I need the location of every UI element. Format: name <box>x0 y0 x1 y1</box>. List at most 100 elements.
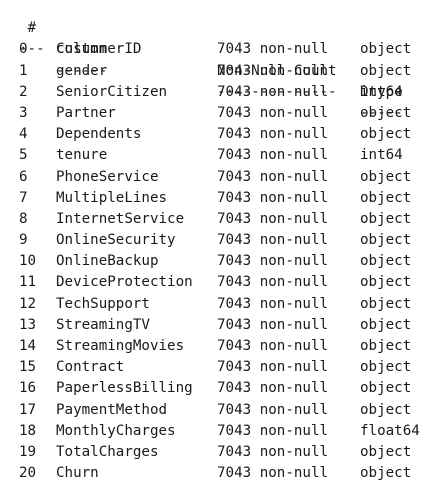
row-non-null-count: 7043 non-null <box>217 126 329 143</box>
row-index: 18 <box>19 422 37 439</box>
table-row: 19 TotalCharges 7043 non-null object <box>0 442 442 463</box>
row-index: 3 <box>19 104 28 121</box>
table-row: 5 tenure 7043 non-null int64 <box>0 145 442 166</box>
row-column-name: TechSupport <box>56 295 150 312</box>
row-dtype: object <box>360 401 412 418</box>
row-non-null-count: 7043 non-null <box>217 316 329 333</box>
row-column-name: TotalCharges <box>56 443 159 460</box>
row-dtype: object <box>360 41 412 58</box>
row-dtype: object <box>360 380 412 397</box>
row-non-null-count: 7043 non-null <box>217 210 329 227</box>
row-column-name: tenure <box>56 147 108 164</box>
row-non-null-count: 7043 non-null <box>217 189 329 206</box>
row-index: 13 <box>19 316 37 333</box>
row-dtype: object <box>360 62 412 79</box>
row-index: 7 <box>19 189 28 206</box>
row-index: 6 <box>19 168 28 185</box>
table-row: 16 PaperlessBilling 7043 non-null object <box>0 378 442 399</box>
table-row: 12 TechSupport 7043 non-null object <box>0 294 442 315</box>
row-non-null-count: 7043 non-null <box>217 41 329 58</box>
row-column-name: Churn <box>56 465 99 482</box>
row-non-null-count: 7043 non-null <box>217 380 329 397</box>
row-column-name: StreamingTV <box>56 316 150 333</box>
table-row: 4 Dependents 7043 non-null object <box>0 124 442 145</box>
row-index: 2 <box>19 83 28 100</box>
row-dtype: int64 <box>360 147 403 164</box>
row-column-name: OnlineSecurity <box>56 232 176 249</box>
table-row: 1 gender 7043 non-null object <box>0 61 442 82</box>
dataframe-info-output: # Column Non-Null Count Dtype --- ------… <box>0 0 442 484</box>
row-index: 0 <box>19 41 28 58</box>
row-dtype: object <box>360 443 412 460</box>
row-non-null-count: 7043 non-null <box>217 401 329 418</box>
row-index: 20 <box>19 465 37 482</box>
row-dtype: object <box>360 253 412 270</box>
row-index: 19 <box>19 443 37 460</box>
table-row: 11 DeviceProtection 7043 non-null object <box>0 272 442 293</box>
row-non-null-count: 7043 non-null <box>217 104 329 121</box>
row-column-name: Contract <box>56 359 125 376</box>
row-non-null-count: 7043 non-null <box>217 232 329 249</box>
row-dtype: object <box>360 338 412 354</box>
row-column-name: InternetService <box>56 210 185 227</box>
row-index: 5 <box>19 147 28 164</box>
row-dtype: object <box>360 189 412 206</box>
row-index: 11 <box>19 274 37 291</box>
row-dtype: object <box>360 168 412 185</box>
row-non-null-count: 7043 non-null <box>217 168 329 185</box>
row-dtype: object <box>360 295 412 312</box>
table-row: 3 Partner 7043 non-null object <box>0 103 442 124</box>
row-column-name: Dependents <box>56 126 142 143</box>
row-dtype: object <box>360 274 412 291</box>
row-non-null-count: 7043 non-null <box>217 274 329 291</box>
row-dtype: object <box>360 316 412 333</box>
table-row: 15 Contract 7043 non-null object <box>0 357 442 378</box>
table-row: 17 PaymentMethod 7043 non-null object <box>0 400 442 421</box>
row-column-name: PaperlessBilling <box>56 380 193 397</box>
row-non-null-count: 7043 non-null <box>217 295 329 312</box>
row-non-null-count: 7043 non-null <box>217 465 329 482</box>
row-column-name: customerID <box>56 41 142 58</box>
table-row: 13 StreamingTV 7043 non-null object <box>0 315 442 336</box>
row-column-name: PaymentMethod <box>56 401 168 418</box>
row-non-null-count: 7043 non-null <box>217 443 329 460</box>
row-index: 1 <box>19 62 28 79</box>
row-dtype: object <box>360 465 412 482</box>
row-index: 14 <box>19 338 37 354</box>
row-column-name: MonthlyCharges <box>56 422 176 439</box>
row-index: 4 <box>19 126 28 143</box>
table-row: 10 OnlineBackup 7043 non-null object <box>0 251 442 272</box>
row-non-null-count: 7043 non-null <box>217 253 329 270</box>
row-column-name: SeniorCitizen <box>56 83 168 100</box>
table-row: 20 Churn 7043 non-null object <box>0 463 442 484</box>
table-row: 9 OnlineSecurity 7043 non-null object <box>0 230 442 251</box>
row-index: 10 <box>19 253 37 270</box>
row-non-null-count: 7043 non-null <box>217 147 329 164</box>
row-non-null-count: 7043 non-null <box>217 338 329 354</box>
table-row: 2 SeniorCitizen 7043 non-null int64 <box>0 82 442 103</box>
table-row: 7 MultipleLines 7043 non-null object <box>0 188 442 209</box>
row-dtype: object <box>360 232 412 249</box>
table-row: 8 InternetService 7043 non-null object <box>0 209 442 230</box>
row-index: 8 <box>19 210 28 227</box>
row-column-name: StreamingMovies <box>56 338 185 354</box>
row-non-null-count: 7043 non-null <box>217 422 329 439</box>
row-column-name: gender <box>56 62 108 79</box>
row-dtype: object <box>360 126 412 143</box>
table-row: 6 PhoneService 7043 non-null object <box>0 167 442 188</box>
row-index: 9 <box>19 232 28 249</box>
row-column-name: OnlineBackup <box>56 253 159 270</box>
row-dtype: object <box>360 359 412 376</box>
row-index: 12 <box>19 295 37 312</box>
row-column-name: MultipleLines <box>56 189 168 206</box>
header-row: # Column Non-Null Count Dtype <box>0 0 442 100</box>
row-dtype: object <box>360 104 412 121</box>
column-rows: 0 customerID 7043 non-null object 1 gender 704… <box>0 39 442 484</box>
row-non-null-count: 7043 non-null <box>217 83 329 100</box>
row-column-name: PhoneService <box>56 168 159 185</box>
table-row: 18 MonthlyCharges 7043 non-null float64 <box>0 421 442 442</box>
row-dtype: int64 <box>360 83 403 100</box>
table-row: 0 customerID 7043 non-null object <box>0 39 442 60</box>
row-index: 15 <box>19 359 37 376</box>
row-dtype: float64 <box>360 422 420 439</box>
